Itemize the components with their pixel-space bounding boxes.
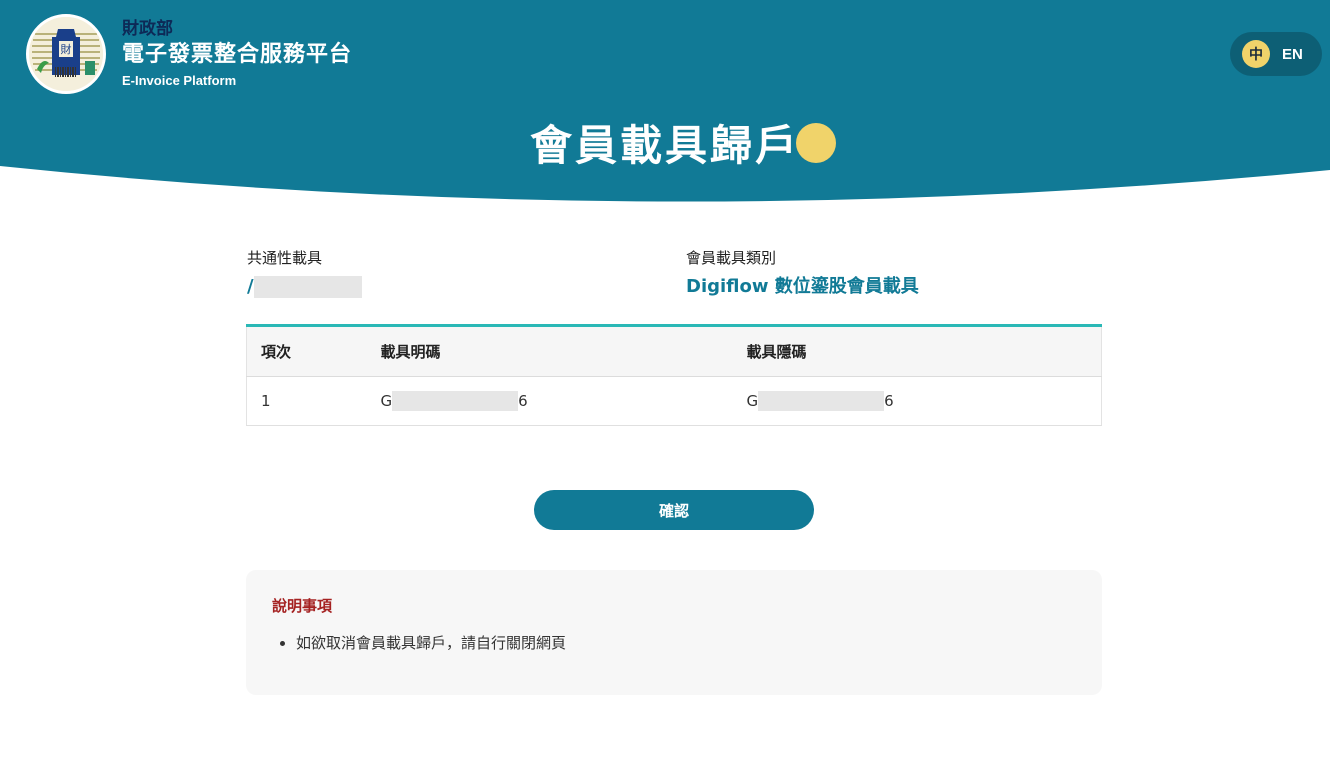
member-carrier-type-label: 會員載具類別 bbox=[686, 249, 777, 267]
member-carrier-type-value: Digiflow 數位鎏股會員載具 bbox=[686, 276, 919, 297]
common-carrier-prefix: / bbox=[247, 276, 254, 297]
table-row: 1 G 6 G 6 bbox=[246, 376, 1102, 426]
ministry-emblem-icon: 財 bbox=[29, 17, 103, 91]
row-index: 1 bbox=[246, 376, 367, 426]
member-carrier-type-block: 會員載具類別 Digiflow 數位鎏股會員載具 bbox=[686, 248, 919, 300]
svg-text:財: 財 bbox=[61, 42, 72, 56]
hidden-code-prefix: G bbox=[746, 391, 759, 410]
header-index: 項次 bbox=[246, 327, 367, 377]
lang-zh-button[interactable]: 中 bbox=[1242, 40, 1270, 68]
platform-name-en: E-Invoice Platform bbox=[122, 73, 237, 88]
brand-block[interactable]: 財政部 電子發票整合服務平台 E-Invoice Platform bbox=[122, 18, 352, 90]
notes-item: 如欲取消會員載具歸戶，請自行關閉網頁 bbox=[296, 632, 1076, 654]
plain-code-prefix: G bbox=[380, 391, 393, 410]
platform-name: 電子發票整合服務平台 bbox=[122, 42, 353, 67]
common-carrier-label: 共通性載具 bbox=[247, 249, 323, 267]
redacted-mask bbox=[392, 390, 519, 411]
notes-list: 如欲取消會員載具歸戶，請自行關閉網頁 bbox=[272, 632, 1076, 654]
page-title: 會員載具歸戶 bbox=[529, 121, 800, 170]
hidden-code-suffix: 6 bbox=[884, 391, 894, 410]
ministry-logo[interactable]: 財 bbox=[26, 14, 106, 94]
plain-code-suffix: 6 bbox=[518, 391, 528, 410]
header-hidden-code: 載具隱碼 bbox=[732, 327, 1102, 377]
common-carrier-value: / bbox=[247, 274, 362, 300]
confirm-button[interactable]: 確認 bbox=[534, 490, 814, 530]
header: 財 財政部 電子發票整合服務平台 E-Invoice Platform 中 EN bbox=[0, 0, 1330, 210]
header-plain-code: 載具明碼 bbox=[366, 327, 733, 377]
notes-title: 說明事項 bbox=[272, 597, 333, 615]
ministry-name: 財政部 bbox=[122, 19, 173, 39]
language-switcher: 中 EN bbox=[1230, 32, 1322, 76]
redacted-mask bbox=[758, 390, 885, 411]
lang-en-button[interactable]: EN bbox=[1282, 46, 1303, 63]
row-plain-code: G 6 bbox=[366, 376, 733, 426]
table-header-row: 項次 載具明碼 載具隱碼 bbox=[246, 327, 1102, 377]
notes-panel: 說明事項 如欲取消會員載具歸戶，請自行關閉網頁 bbox=[246, 570, 1102, 695]
redacted-mask bbox=[253, 276, 362, 298]
row-hidden-code: G 6 bbox=[732, 376, 1102, 426]
carrier-table: 項次 載具明碼 載具隱碼 1 G 6 G 6 bbox=[246, 324, 1102, 426]
common-carrier-block: 共通性載具 / bbox=[247, 248, 362, 300]
